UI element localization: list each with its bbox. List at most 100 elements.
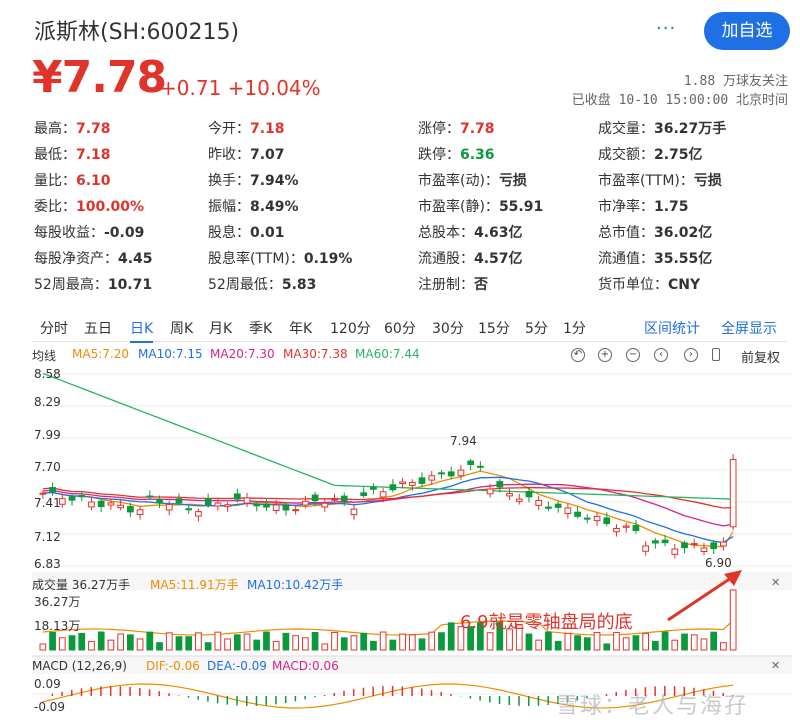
volume-bar bbox=[613, 631, 620, 651]
stat-value: -0.09 bbox=[104, 225, 145, 241]
stat-label: 52周最低： bbox=[208, 277, 282, 293]
ma-line bbox=[42, 486, 734, 509]
volume-bar bbox=[681, 633, 688, 651]
candle-body bbox=[583, 517, 591, 520]
tab-monthly-k[interactable]: 月K bbox=[209, 318, 232, 338]
stock-title: 派斯林(SH:600215) bbox=[34, 20, 240, 45]
macd-tick: -0.09 bbox=[34, 700, 66, 714]
candle-body bbox=[78, 495, 86, 498]
tab-5day[interactable]: 五日 bbox=[84, 318, 112, 338]
ma-line bbox=[42, 470, 734, 548]
stat-label: 流通股： bbox=[418, 251, 474, 267]
candle-body bbox=[292, 509, 299, 512]
macd-dea: DEA:-0.09 bbox=[207, 659, 267, 673]
stat-label: 股息： bbox=[208, 225, 250, 241]
macd-title: MACD (12,26,9) bbox=[32, 659, 127, 673]
candle-body bbox=[399, 481, 406, 485]
macd-bar bbox=[236, 696, 238, 706]
close-volume-icon[interactable]: ✕ bbox=[771, 576, 780, 589]
stat-value: 2.75亿 bbox=[654, 147, 703, 163]
volume-bar bbox=[272, 640, 280, 651]
candle-body bbox=[389, 484, 397, 491]
macd-bar bbox=[352, 689, 355, 696]
candle-body bbox=[574, 511, 581, 517]
macd-bar bbox=[391, 686, 394, 696]
volume-bar bbox=[97, 631, 105, 651]
stat-label: 昨收： bbox=[208, 147, 250, 163]
price-tick: 7.12 bbox=[34, 530, 61, 544]
macd-bar bbox=[61, 691, 63, 696]
more-options-icon[interactable]: ··· bbox=[656, 18, 676, 39]
volume-bar bbox=[146, 631, 154, 651]
close-macd-icon[interactable]: ✕ bbox=[771, 659, 780, 672]
stat-value: 亏损 bbox=[693, 173, 722, 189]
fullscreen-link[interactable]: 全屏显示 bbox=[721, 318, 777, 338]
stat-value: 1.75 bbox=[654, 199, 689, 215]
candle-body bbox=[263, 503, 270, 508]
stat-value: 10.71 bbox=[107, 277, 153, 293]
tab-30min[interactable]: 30分 bbox=[432, 318, 464, 338]
tab-yearly-k[interactable]: 年K bbox=[289, 318, 312, 338]
stat-label: 涨停： bbox=[418, 121, 460, 137]
candle-body bbox=[127, 506, 134, 513]
volume-bar bbox=[408, 634, 416, 651]
candle-body bbox=[331, 498, 338, 501]
macd-tick: 0.09 bbox=[34, 677, 61, 691]
macd-bar bbox=[275, 696, 277, 705]
stat-label: 跌停： bbox=[418, 147, 460, 163]
candle-body bbox=[243, 497, 251, 504]
add-watchlist-button[interactable]: 加自选 bbox=[704, 12, 790, 50]
stat-label: 每股收益： bbox=[34, 225, 104, 241]
stat-label: 换手： bbox=[208, 173, 250, 189]
candle-body bbox=[690, 543, 698, 546]
tab-weekly-k[interactable]: 周K bbox=[170, 318, 193, 338]
macd-bar bbox=[265, 696, 267, 706]
volume-bar bbox=[525, 633, 533, 651]
stat-label: 市盈率(动)： bbox=[418, 173, 499, 189]
price-tick: 8.58 bbox=[34, 367, 61, 381]
volume-ma10: MA10:10.42万手 bbox=[247, 578, 344, 592]
candle-body bbox=[340, 495, 348, 502]
tab-120min[interactable]: 120分 bbox=[330, 318, 371, 338]
tab-daily-k[interactable]: 日K bbox=[130, 318, 154, 343]
tab-15min[interactable]: 15分 bbox=[478, 318, 510, 338]
tab-60min[interactable]: 60分 bbox=[384, 318, 416, 338]
stat-item: 每股净资产：4.45 bbox=[34, 248, 153, 268]
tab-fenshi[interactable]: 分时 bbox=[40, 318, 68, 338]
candle-body bbox=[253, 503, 261, 507]
stat-label: 注册制： bbox=[418, 277, 474, 293]
candle-body bbox=[165, 503, 173, 511]
stat-label: 成交量： bbox=[598, 121, 654, 137]
tab-quarterly-k[interactable]: 季K bbox=[249, 318, 272, 338]
candle-body bbox=[603, 517, 611, 525]
tab-1min[interactable]: 1分 bbox=[563, 318, 586, 338]
stat-item: 股息率(TTM)：0.19% bbox=[208, 248, 352, 268]
market-status: 已收盘 10-10 15:00:00 北京时间 bbox=[571, 93, 788, 108]
macd-bar bbox=[109, 686, 112, 696]
marked-high-label: 7.94 bbox=[450, 434, 477, 448]
stat-item: 最高：7.78 bbox=[34, 118, 111, 138]
macd-bar bbox=[450, 694, 452, 696]
followers-count: 1.88 万球友关注 bbox=[683, 74, 788, 89]
macd-bar bbox=[187, 696, 190, 698]
volume-bar bbox=[535, 639, 543, 651]
stat-item: 每股收益：-0.09 bbox=[34, 222, 144, 242]
macd-bar bbox=[148, 689, 151, 696]
volume-bar bbox=[282, 632, 290, 651]
range-stats-link[interactable]: 区间统计 bbox=[644, 318, 700, 338]
candle-body bbox=[408, 481, 416, 486]
volume-bar bbox=[233, 634, 241, 651]
volume-bar bbox=[302, 637, 309, 651]
stat-item: 流通股：4.57亿 bbox=[418, 248, 523, 268]
candle-body bbox=[49, 487, 56, 493]
tab-5min[interactable]: 5分 bbox=[525, 318, 548, 338]
stat-value: 7.78 bbox=[460, 121, 495, 137]
stat-value: 4.63亿 bbox=[474, 225, 523, 241]
price-tick: 7.41 bbox=[34, 496, 61, 510]
macd-bar bbox=[139, 687, 141, 696]
volume-bar bbox=[78, 632, 86, 651]
candle-body bbox=[282, 504, 290, 511]
volume-bar bbox=[632, 635, 640, 651]
stat-item: 市盈率(TTM)：亏损 bbox=[598, 170, 722, 190]
macd-bar bbox=[469, 696, 472, 699]
